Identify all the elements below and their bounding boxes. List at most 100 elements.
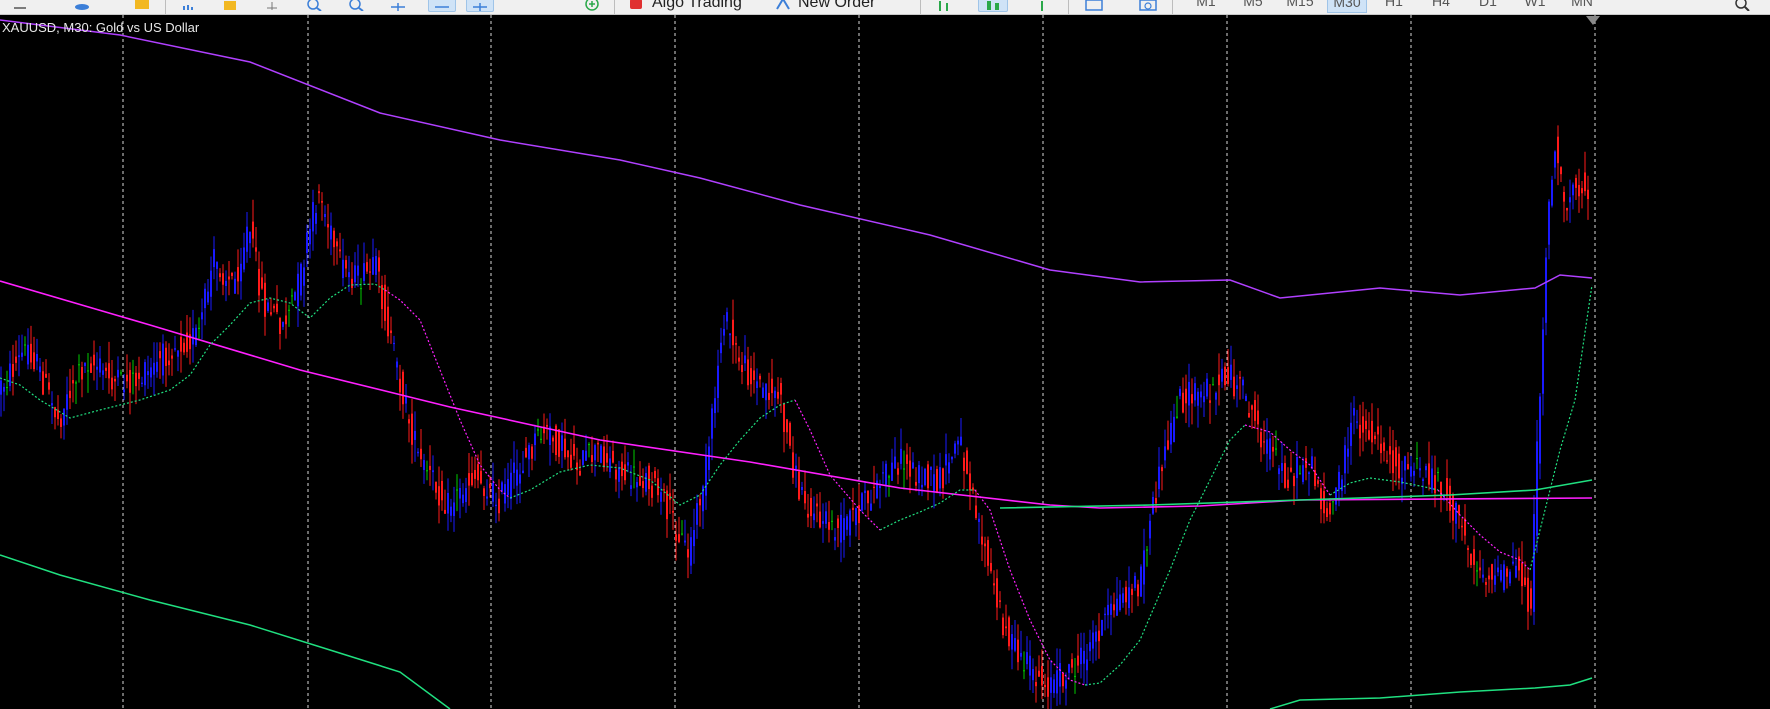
candle-body: [1410, 466, 1412, 477]
auto-scroll-icon[interactable]: [466, 0, 494, 12]
candle-body: [249, 231, 251, 244]
candle-body: [1386, 460, 1388, 462]
candle-body: [642, 481, 644, 489]
candle-body: [1221, 368, 1223, 382]
crosshair-icon[interactable]: [260, 0, 284, 12]
candle-body: [1167, 440, 1169, 450]
candle-body: [870, 503, 872, 511]
candle-body: [975, 505, 977, 519]
buy-icon[interactable]: [932, 0, 956, 12]
folder-icon[interactable]: [130, 0, 154, 12]
candle-body: [228, 276, 230, 280]
candle-body: [783, 403, 785, 432]
chart-shift-marker[interactable]: [1586, 16, 1600, 25]
candle-body: [462, 494, 464, 504]
candle-body: [63, 408, 65, 426]
candle-body: [1008, 617, 1010, 647]
candle-body: [1026, 652, 1028, 665]
bar-chart-icon[interactable]: [176, 0, 200, 12]
candle-body: [852, 507, 854, 511]
candle-body: [1032, 669, 1034, 681]
candle-body: [777, 391, 779, 399]
new-order-button[interactable]: New Order: [774, 0, 875, 12]
candle-body: [1044, 684, 1046, 688]
candle-body: [525, 447, 527, 458]
zoom-out-icon[interactable]: [344, 0, 368, 12]
tile-windows-icon[interactable]: [1082, 0, 1106, 12]
candle-body: [69, 390, 71, 399]
lower-band-line-right: [1269, 677, 1593, 709]
candle-body: [858, 505, 860, 524]
chart-title: XAUUSD, M30: Gold vs US Dollar: [2, 20, 200, 35]
candle-body: [597, 442, 599, 445]
candle-body: [1098, 630, 1100, 642]
candle-body: [990, 562, 992, 572]
candle-body: [1422, 479, 1424, 482]
candle-body: [756, 381, 758, 389]
candle-body: [369, 271, 371, 273]
timeframe-m5[interactable]: M5: [1233, 0, 1273, 9]
database-icon[interactable]: [70, 0, 94, 12]
candle-body: [540, 438, 542, 440]
candle-body: [1437, 472, 1439, 474]
period-separator-icon[interactable]: [428, 0, 456, 12]
screenshot-icon[interactable]: [1136, 0, 1160, 12]
chart-icon[interactable]: [8, 0, 32, 12]
timeframe-m1[interactable]: M1: [1186, 0, 1226, 9]
candle-body: [1047, 677, 1049, 697]
candle-body: [1035, 681, 1037, 687]
search-icon[interactable]: [1730, 0, 1754, 12]
candle-body: [1119, 594, 1121, 611]
candle-body: [1401, 477, 1403, 485]
candle-body: [270, 312, 272, 315]
candle-body: [498, 498, 500, 514]
candle-body: [333, 230, 335, 248]
timeframe-m15[interactable]: M15: [1280, 0, 1320, 9]
candle-body: [90, 363, 92, 373]
candle-body: [1050, 677, 1052, 693]
algo-trading-button[interactable]: Algo Trading: [628, 0, 742, 12]
add-indicator-icon[interactable]: [574, 0, 604, 12]
candle-body: [660, 492, 662, 502]
candle-body: [183, 342, 185, 353]
candle-body: [1356, 421, 1358, 423]
line-chart-icon[interactable]: [1030, 0, 1054, 12]
candle-body: [582, 450, 584, 465]
candle-body: [912, 462, 914, 469]
candle-body: [831, 520, 833, 522]
candle-body: [891, 462, 893, 481]
candle-body: [729, 333, 731, 336]
candle-body: [1578, 185, 1580, 197]
candle-body: [138, 372, 140, 379]
candle-body: [669, 493, 671, 500]
timeframe-h1[interactable]: H1: [1374, 0, 1414, 9]
timeframe-w1[interactable]: W1: [1515, 0, 1555, 9]
candle-body: [1182, 392, 1184, 413]
candle-body: [300, 263, 302, 296]
candle-body: [630, 485, 632, 489]
candle-body: [957, 440, 959, 445]
candle-body: [387, 306, 389, 337]
candle-body: [1518, 556, 1520, 571]
candle-body: [1056, 670, 1058, 694]
timeframe-d1[interactable]: D1: [1468, 0, 1508, 9]
candle-body: [363, 263, 365, 282]
candle-body: [21, 352, 23, 357]
candle-body: [615, 469, 617, 480]
timeframe-mn[interactable]: MN: [1562, 0, 1602, 9]
grid-icon[interactable]: [386, 0, 410, 12]
zoom-in-icon[interactable]: [302, 0, 326, 12]
template-icon[interactable]: [218, 0, 242, 12]
candle-body: [510, 472, 512, 500]
timeframe-m30[interactable]: M30: [1327, 0, 1367, 13]
candle-body: [411, 413, 413, 445]
candle-body: [429, 465, 431, 470]
candle-body: [846, 516, 848, 530]
candle-body: [321, 201, 323, 203]
price-chart[interactable]: [0, 15, 1770, 709]
candle-body: [210, 270, 212, 297]
candles-icon[interactable]: [978, 0, 1008, 12]
candle-body: [96, 366, 98, 370]
timeframe-h4[interactable]: H4: [1421, 0, 1461, 9]
candle-body: [1584, 172, 1586, 192]
